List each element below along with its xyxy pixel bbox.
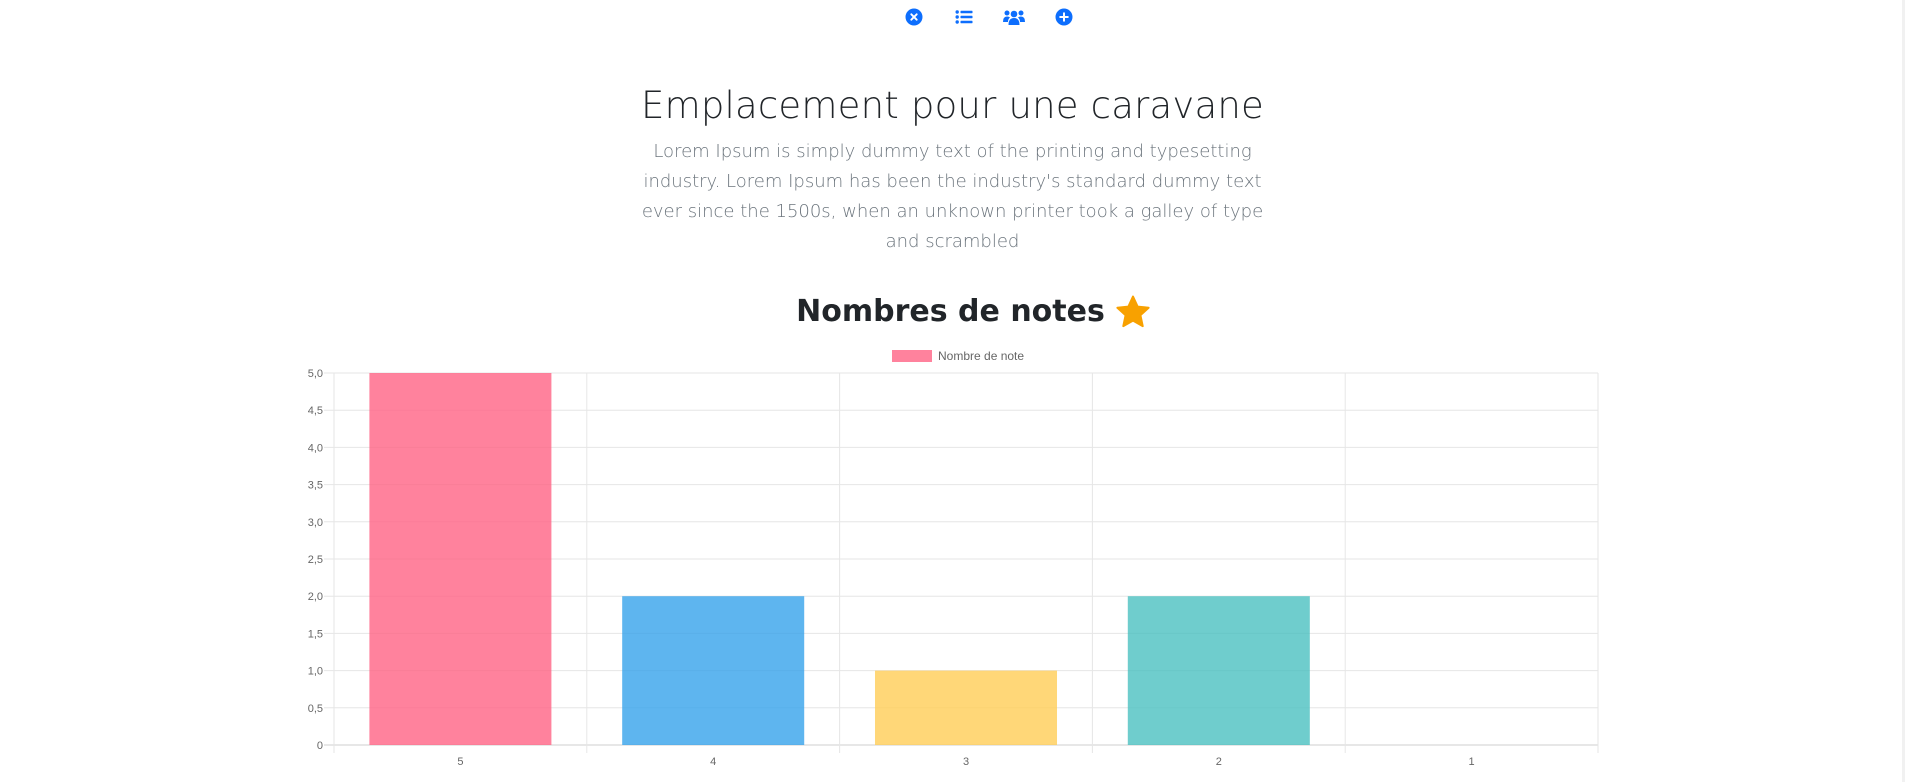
bar (622, 596, 805, 745)
legend-label: Nombre de note (938, 349, 1024, 363)
y-tick-label: 1,5 (308, 628, 323, 640)
y-tick-label: 2,0 (308, 591, 323, 603)
y-tick-label: 2,5 (308, 554, 323, 566)
y-tick-label: 5,0 (308, 368, 323, 380)
y-tick-label: 3,0 (308, 517, 323, 529)
x-tick-label: 1 (1469, 756, 1475, 768)
legend-swatch (892, 350, 932, 362)
bar (1127, 596, 1310, 745)
x-tick-label: 2 (1216, 756, 1222, 768)
bar (874, 670, 1058, 745)
y-tick-label: 3,5 (308, 480, 323, 492)
y-tick-label: 4,0 (308, 442, 323, 454)
y-tick-label: 0 (317, 740, 323, 752)
y-tick-label: 4,5 (308, 405, 323, 417)
x-tick-label: 4 (710, 756, 716, 768)
y-tick-label: 1,0 (308, 666, 323, 678)
y-tick-label: 0,5 (308, 703, 323, 715)
x-tick-label: 3 (963, 756, 969, 768)
bar-chart: 0 0,5 1,0 1,5 2,0 2,5 3,0 3,5 4,0 4,5 5,0 5 4 3 2 1 Nomb… (308, 349, 1599, 768)
x-tick-label: 5 (457, 756, 463, 768)
bar (369, 373, 552, 745)
